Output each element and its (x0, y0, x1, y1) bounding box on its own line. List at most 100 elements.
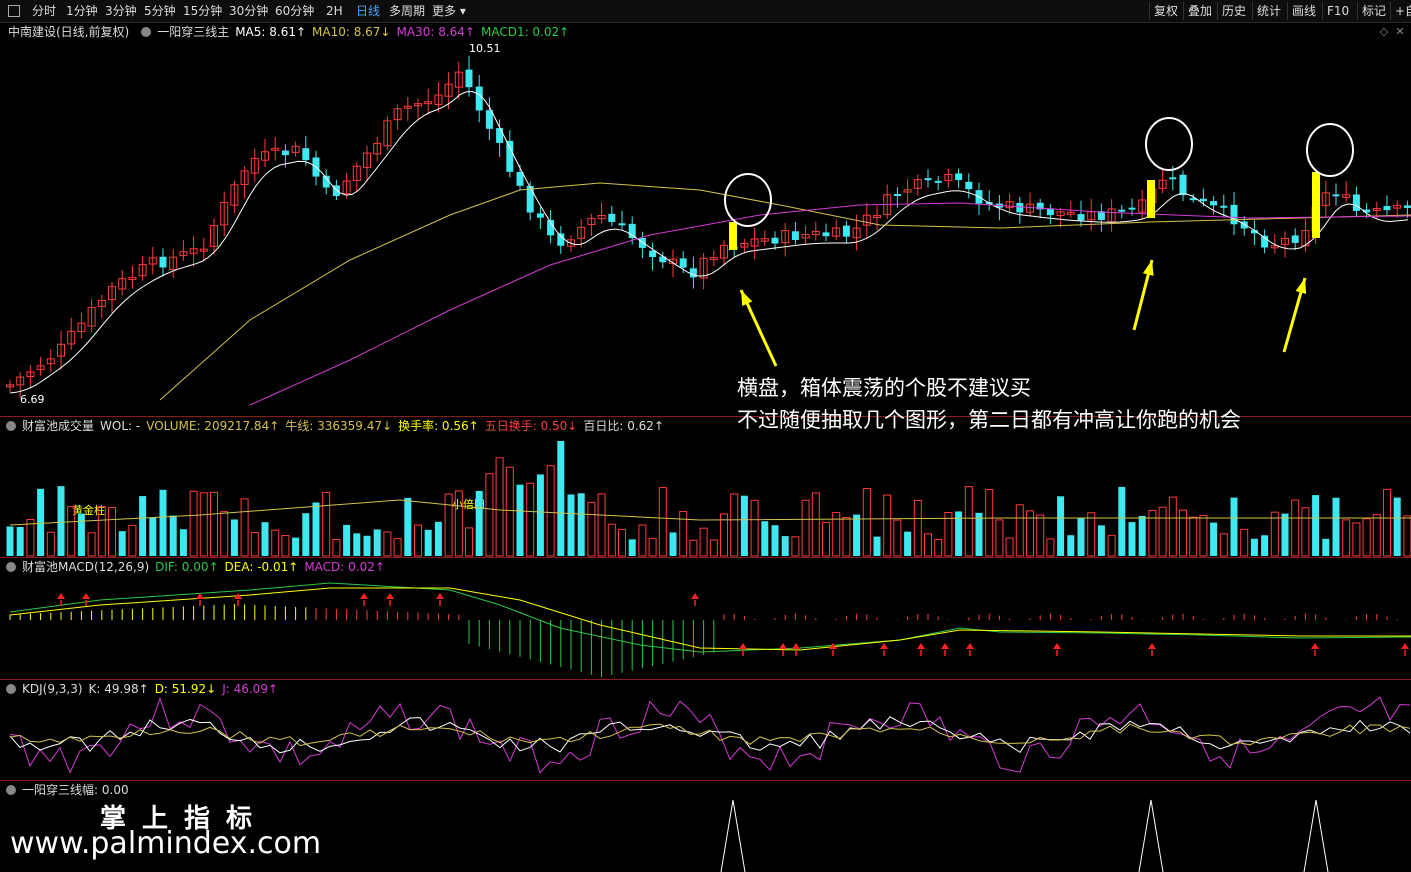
highlight-circle (1306, 123, 1354, 177)
volume-bar (964, 486, 973, 557)
volume-bar (1210, 522, 1218, 556)
volume-bar (404, 497, 412, 556)
volume-bar (434, 521, 442, 556)
volume-bar (46, 531, 55, 557)
candle-body (1383, 206, 1391, 211)
candle-body (536, 213, 544, 218)
signal-bar (729, 222, 737, 250)
candle-body (1403, 205, 1411, 208)
signal-spike (1303, 799, 1329, 872)
volume-avg-line (9, 499, 1411, 526)
candle-body (893, 194, 901, 197)
volume-bar (628, 539, 636, 556)
volume-bar (750, 499, 759, 557)
volume-bar (37, 488, 45, 556)
annotation-arrow-head (1295, 278, 1307, 294)
volume-bar (1077, 518, 1085, 556)
watermark-url: www.palmindex.com (10, 826, 322, 861)
kdj-k-line (9, 716, 1411, 754)
annotation-arrow-head (1142, 260, 1154, 276)
volume-bar (139, 496, 147, 556)
candle-body (842, 225, 850, 237)
volume-bar (1312, 495, 1320, 556)
candle-body (955, 173, 963, 180)
volume-bar (312, 502, 320, 556)
volume-bar (149, 517, 157, 556)
volume-bar (87, 532, 96, 557)
dea-line (9, 587, 1411, 651)
volume-bar (1322, 538, 1330, 556)
volume-bar (669, 532, 677, 556)
volume-bar (16, 527, 24, 556)
annotation-line-2: 不过随便抽取几个图形，第二日都有冲高让你跑的机会 (737, 408, 1241, 432)
candle-body (302, 148, 310, 161)
candle-body (557, 233, 565, 246)
candle-body (485, 110, 493, 129)
volume-bar (159, 489, 167, 556)
volume-bar (454, 490, 463, 557)
candle-body (516, 171, 524, 186)
volume-bar (811, 492, 820, 557)
buy-arrow (82, 593, 90, 599)
volume-bar (343, 524, 351, 556)
candle-body (1179, 174, 1187, 196)
volume-bar (1057, 496, 1065, 556)
volume-bar (1158, 506, 1167, 557)
volume-bar (557, 440, 565, 556)
candle-body (475, 86, 483, 111)
candle-body (1199, 198, 1207, 202)
volume-bar (363, 535, 371, 556)
volume-bar (26, 518, 35, 557)
candle-body (689, 268, 697, 278)
candle-body (281, 150, 289, 156)
candle-body (159, 256, 167, 268)
volume-bar (516, 484, 524, 556)
volume-bar (1261, 535, 1269, 556)
volume-bar (332, 539, 341, 557)
volume-bar (1168, 496, 1177, 557)
candle-body (638, 238, 646, 248)
buy-arrow (436, 593, 444, 599)
volume-bar (587, 501, 596, 557)
dif-line (9, 582, 1411, 653)
volume-bar (740, 495, 748, 556)
volume-bar (281, 535, 290, 557)
candle-body (1352, 194, 1360, 211)
stock-chart-canvas[interactable] (0, 0, 1411, 872)
volume-bar (546, 465, 555, 557)
candle-body (1210, 201, 1218, 206)
volume-bar (6, 526, 14, 556)
candle-body (1016, 202, 1024, 213)
volume-bar (57, 486, 65, 556)
volume-bar (913, 499, 922, 557)
candle-body (1118, 209, 1126, 212)
candle-body (1230, 204, 1238, 225)
candle-body (628, 223, 636, 239)
volume-bar (1403, 515, 1411, 557)
candle-body (679, 258, 687, 268)
volume-bar (638, 524, 647, 557)
signal-bar (1147, 180, 1155, 218)
volume-bar (271, 529, 280, 557)
volume-bar (1067, 535, 1075, 556)
volume-bar (108, 507, 116, 557)
buy-arrow (1311, 643, 1319, 649)
volume-bar (485, 473, 494, 557)
volume-bar (618, 528, 626, 557)
buy-arrow (360, 593, 368, 599)
volume-bar (495, 457, 504, 557)
volume-bar (240, 498, 249, 557)
volume-bar (536, 474, 544, 556)
volume-bar (995, 519, 1004, 557)
candle-body (608, 213, 616, 222)
volume-bar (1118, 486, 1126, 556)
volume-bar (220, 511, 229, 557)
volume-bar (1230, 497, 1238, 556)
volume-bar (373, 529, 381, 556)
buy-arrow (779, 643, 787, 649)
buy-arrow (1053, 643, 1061, 649)
volume-bar (709, 539, 718, 557)
candle-body (1128, 207, 1136, 210)
candle-body (934, 180, 942, 183)
buy-arrow (1401, 643, 1409, 649)
